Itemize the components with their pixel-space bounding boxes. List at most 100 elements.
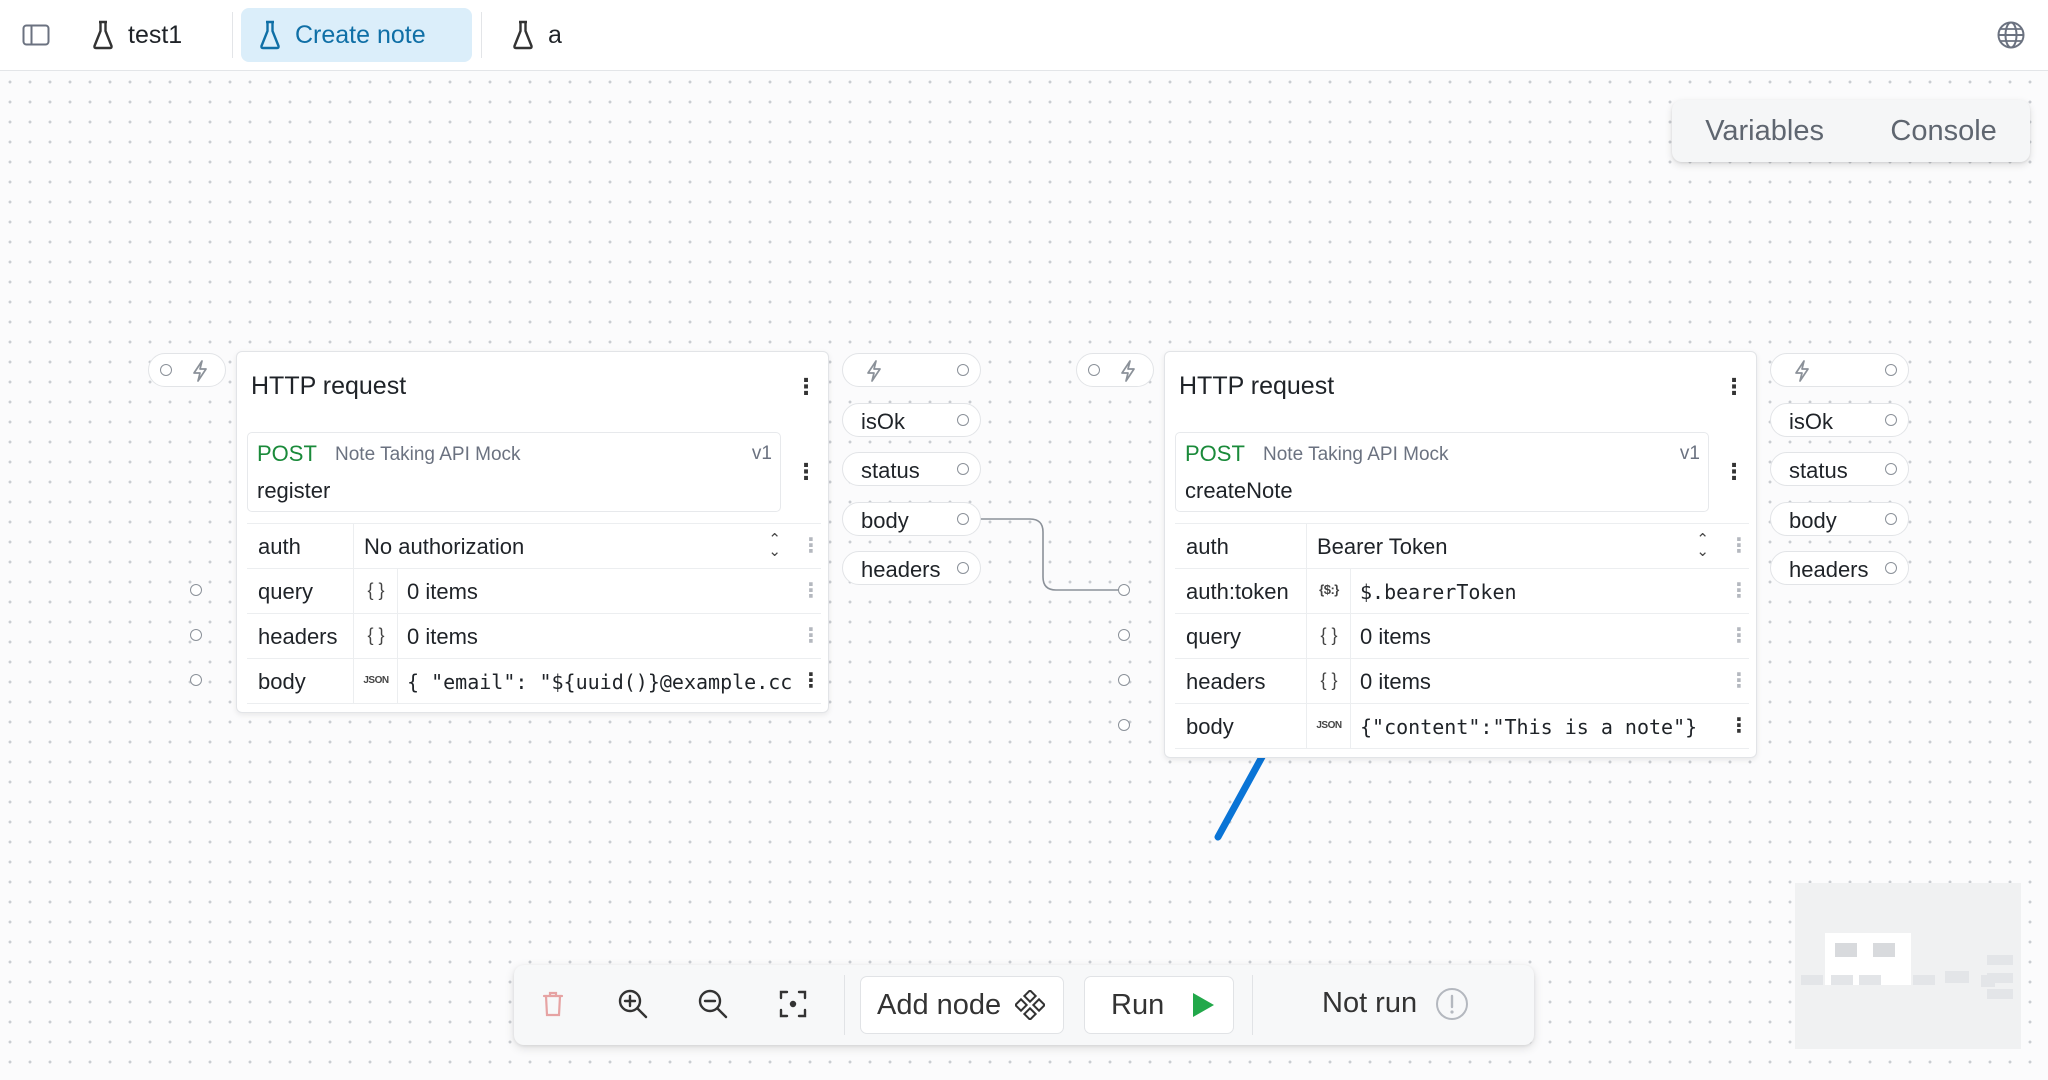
param-value[interactable]: 0 items — [1360, 669, 1431, 695]
zoom-in-icon[interactable] — [616, 987, 650, 1021]
output-label: isOk — [1789, 409, 1833, 434]
panel-toggle-group: Variables Console — [1672, 100, 2030, 162]
param-row-auth: auth No authorization ⌃ ⌄ ⋮ — [247, 524, 821, 569]
add-node-label: Add node — [877, 988, 1002, 1021]
run-button[interactable]: Run — [1084, 976, 1234, 1034]
param-menu-icon[interactable]: ⋮ — [1729, 711, 1749, 741]
variables-button[interactable]: Variables — [1693, 109, 1836, 154]
param-menu-icon[interactable]: ⋮ — [801, 621, 821, 651]
param-value[interactable]: 0 items — [1360, 624, 1431, 650]
input-handle[interactable] — [160, 364, 172, 376]
param-value[interactable]: 0 items — [407, 624, 478, 650]
auth-select[interactable]: Bearer Token — [1317, 534, 1447, 560]
param-menu-icon[interactable]: ⋮ — [1729, 531, 1749, 561]
lightning-icon — [193, 360, 207, 382]
param-menu-icon[interactable]: ⋮ — [1729, 576, 1749, 606]
body-input-handle[interactable] — [190, 674, 202, 686]
param-row-query: query { } 0 items ⋮ — [247, 569, 821, 614]
tab-label: a — [548, 20, 562, 49]
token-input-handle[interactable] — [1118, 584, 1130, 596]
param-menu-icon[interactable]: ⋮ — [801, 576, 821, 606]
param-menu-icon[interactable]: ⋮ — [801, 531, 821, 561]
api-name: Note Taking API Mock — [335, 444, 521, 465]
param-row-headers: headers { } 0 items ⋮ — [247, 614, 821, 659]
endpoint-menu-icon[interactable]: ⋮ — [795, 457, 817, 487]
param-value[interactable]: 0 items — [407, 579, 478, 605]
headers-input-handle[interactable] — [1118, 674, 1130, 686]
output-handle[interactable] — [1885, 513, 1897, 525]
node2-trigger-output — [1770, 353, 1909, 387]
output-isOk: isOk — [1770, 403, 1909, 437]
param-name: body — [258, 669, 306, 694]
tab-test1[interactable]: test1 — [74, 8, 202, 62]
object-icon: { } — [1320, 625, 1338, 645]
param-menu-icon[interactable]: ⋮ — [1729, 621, 1749, 651]
node1-trigger-output — [842, 353, 981, 387]
query-input-handle[interactable] — [190, 584, 202, 596]
object-icon: { } — [367, 625, 385, 645]
chevron-updown-icon[interactable]: ⌃ ⌄ — [1696, 532, 1709, 559]
output-status: status — [842, 452, 981, 486]
node-menu-icon[interactable]: ⋮ — [795, 372, 817, 402]
output-handle[interactable] — [1885, 562, 1897, 574]
minimap[interactable] — [1795, 883, 2021, 1049]
output-handle[interactable] — [957, 414, 969, 426]
add-node-button[interactable]: Add node — [860, 976, 1064, 1034]
endpoint-menu-icon[interactable]: ⋮ — [1723, 457, 1745, 487]
json-icon: JSON — [363, 675, 389, 686]
output-handle[interactable] — [957, 562, 969, 574]
node-title: HTTP request — [1179, 372, 1335, 400]
output-handle[interactable] — [957, 463, 969, 475]
output-handle[interactable] — [957, 513, 969, 525]
param-value[interactable]: { "email": "${uuid()}@example.cc — [407, 670, 791, 694]
output-handle[interactable] — [1885, 414, 1897, 426]
request-endpoint[interactable]: POST Note Taking API Mock v1 createNote — [1175, 432, 1709, 512]
console-button[interactable]: Console — [1878, 109, 2008, 154]
output-headers: headers — [842, 551, 981, 585]
param-menu-icon[interactable]: ⋮ — [1729, 666, 1749, 696]
param-menu-icon[interactable]: ⋮ — [801, 666, 821, 696]
lightning-icon — [1121, 360, 1135, 382]
http-request-node-createnote[interactable]: HTTP request ⋮ POST Note Taking API Mock… — [1164, 351, 1757, 758]
output-handle[interactable] — [1885, 463, 1897, 475]
param-row-body: body JSON {"content":"This is a note"} ⋮ — [1175, 704, 1749, 749]
flask-icon — [260, 20, 280, 50]
headers-input-handle[interactable] — [190, 629, 202, 641]
object-icon: { } — [1320, 670, 1338, 690]
input-handle[interactable] — [1088, 364, 1100, 376]
sidebar-toggle-icon[interactable] — [22, 24, 50, 46]
output-label: body — [1789, 508, 1837, 533]
param-value[interactable]: $.bearerToken — [1360, 580, 1517, 604]
chevron-updown-icon[interactable]: ⌃ ⌄ — [768, 532, 781, 559]
flask-icon — [513, 20, 533, 50]
run-label: Run — [1111, 988, 1165, 1021]
param-value[interactable]: {"content":"This is a note"} — [1360, 715, 1720, 739]
param-row-body: body JSON { "email": "${uuid()}@example.… — [247, 659, 821, 704]
request-endpoint[interactable]: POST Note Taking API Mock v1 register — [247, 432, 781, 512]
tab-a[interactable]: a — [494, 8, 582, 62]
body-input-handle[interactable] — [1118, 719, 1130, 731]
tab-label: test1 — [128, 20, 183, 49]
http-request-node-register[interactable]: HTTP request ⋮ POST Note Taking API Mock… — [236, 351, 829, 713]
tab-create-note[interactable]: Create note — [241, 8, 472, 62]
param-row-auth: auth Bearer Token ⌃ ⌄ ⋮ — [1175, 524, 1749, 569]
auth-select[interactable]: No authorization — [364, 534, 524, 560]
flask-icon — [93, 20, 113, 50]
zoom-out-icon[interactable] — [696, 987, 730, 1021]
param-name: auth — [1186, 534, 1229, 559]
operation-name: register — [257, 478, 331, 503]
output-handle[interactable] — [957, 364, 969, 376]
json-icon: JSON — [1316, 720, 1342, 731]
lightning-icon — [867, 360, 881, 382]
trash-icon[interactable] — [536, 987, 570, 1021]
add-node-icon — [1015, 990, 1046, 1020]
http-method: POST — [1185, 441, 1245, 466]
node-menu-icon[interactable]: ⋮ — [1723, 372, 1745, 402]
output-handle[interactable] — [1885, 364, 1897, 376]
query-input-handle[interactable] — [1118, 629, 1130, 641]
globe-icon[interactable] — [1996, 20, 2026, 50]
fit-view-icon[interactable] — [776, 987, 810, 1021]
param-row-auth-token: auth:token {$:} $.bearerToken ⋮ — [1175, 569, 1749, 614]
run-status-text: Not run — [1322, 987, 1418, 1019]
param-name: auth — [258, 534, 301, 559]
